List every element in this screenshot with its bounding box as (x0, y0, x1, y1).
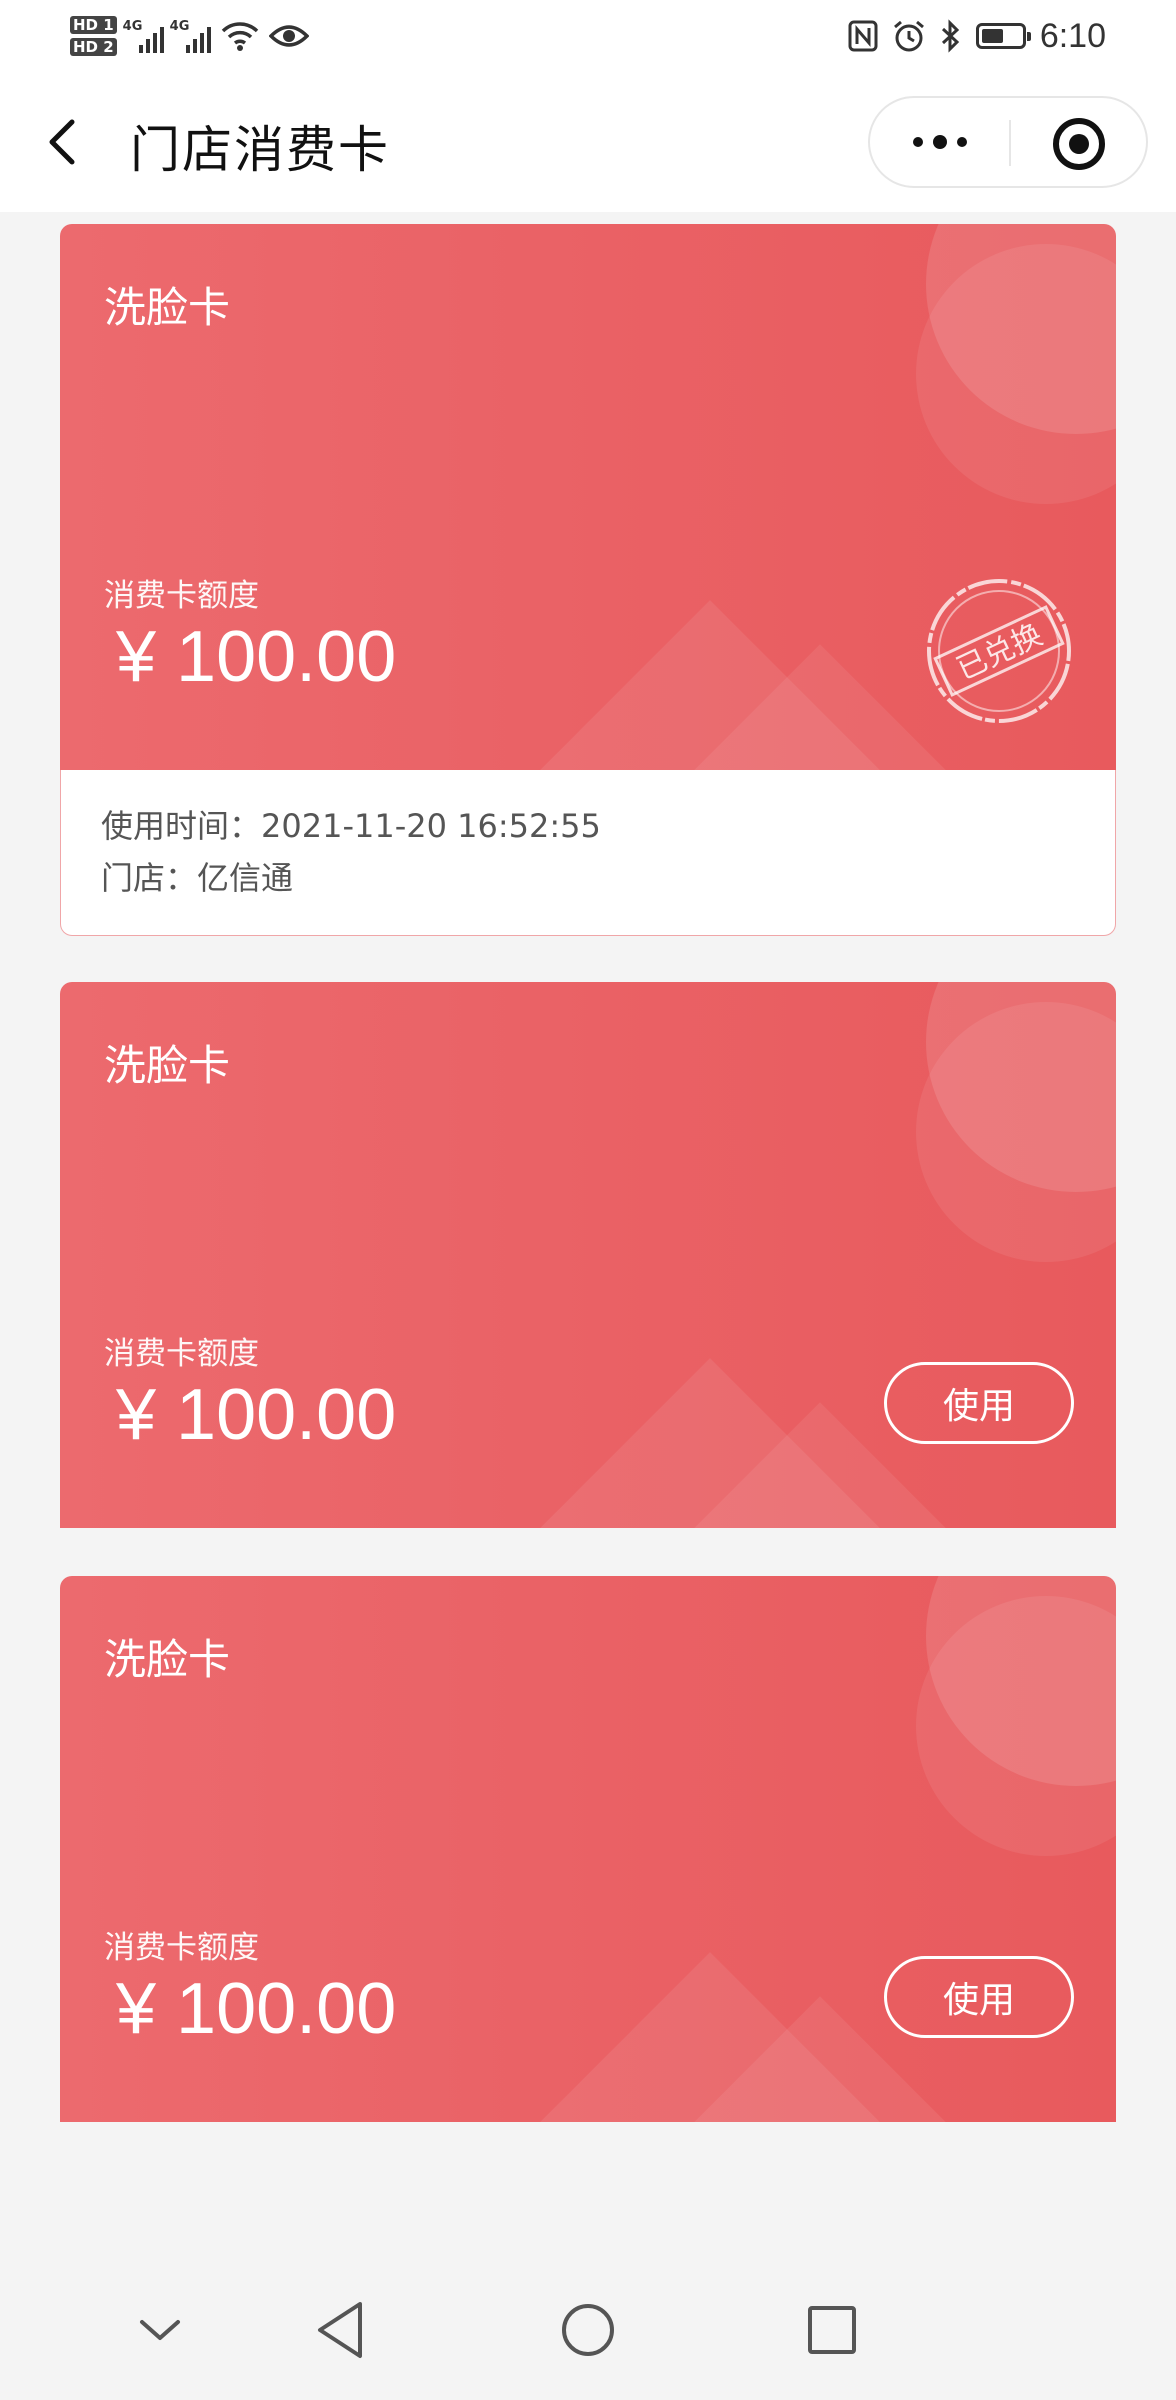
card-amount-label: 消费卡额度 (104, 1930, 259, 1966)
more-menu-icon[interactable] (870, 98, 1010, 186)
signal-icon-1: 4G (123, 19, 164, 53)
card-face: 洗脸卡 消费卡额度 ¥ 100.00 使用 (60, 1576, 1116, 2122)
recents-square-icon[interactable] (792, 2290, 872, 2370)
page-title: 门店消费卡 (130, 121, 390, 179)
card-amount-label: 消费卡额度 (104, 1336, 259, 1372)
card-amount: ¥ 100.00 (116, 1375, 397, 1455)
battery-icon (975, 23, 1031, 49)
clock: 6:10 (1039, 16, 1106, 55)
network-type-2: 4G (169, 19, 190, 34)
consumption-card: 洗脸卡 消费卡额度 ¥ 100.00 使用 (60, 1576, 1116, 2122)
status-bar: HD 1 HD 2 4G 4G 6:10 (0, 0, 1176, 72)
wifi-icon (221, 22, 258, 51)
network-type-1: 4G (122, 19, 143, 34)
card-face: 洗脸卡 消费卡额度 ¥ 100.00 已兑换 (60, 224, 1116, 770)
back-arrow-icon[interactable] (38, 112, 88, 172)
sim-indicators: HD 1 HD 2 (70, 16, 117, 56)
use-button[interactable]: 使用 (884, 1362, 1074, 1444)
sim2-badge: HD 2 (70, 38, 117, 56)
close-target-icon[interactable] (1053, 118, 1105, 170)
use-time: 使用时间：2021-11-20 16:52:55 (101, 807, 601, 845)
mini-program-capsule (868, 96, 1148, 188)
status-left: HD 1 HD 2 4G 4G (70, 8, 309, 64)
card-usage-info: 使用时间：2021-11-20 16:52:55 门店：亿信通 (60, 770, 1116, 936)
eye-icon (268, 25, 309, 47)
home-circle-icon[interactable] (548, 2290, 628, 2370)
card-amount: ¥ 100.00 (116, 1969, 397, 2049)
capsule-divider (1009, 120, 1011, 166)
nav-bar: 门店消费卡 (0, 72, 1176, 212)
consumption-card: 洗脸卡 消费卡额度 ¥ 100.00 使用 (60, 982, 1116, 1528)
store-name: 门店：亿信通 (101, 859, 294, 897)
alarm-icon (893, 20, 924, 52)
sim1-badge: HD 1 (70, 16, 117, 34)
card-face: 洗脸卡 消费卡额度 ¥ 100.00 使用 (60, 982, 1116, 1528)
card-name: 洗脸卡 (104, 283, 231, 332)
chevron-down-icon[interactable] (120, 2290, 200, 2370)
status-right: 6:10 (848, 12, 1106, 60)
card-amount-label: 消费卡额度 (104, 578, 259, 614)
back-triangle-icon[interactable] (302, 2290, 382, 2370)
redeemed-stamp: 已兑换 (927, 579, 1071, 723)
card-name: 洗脸卡 (104, 1635, 231, 1684)
nfc-icon (848, 20, 878, 52)
bluetooth-icon (941, 19, 959, 53)
card-name: 洗脸卡 (104, 1041, 231, 1090)
use-button[interactable]: 使用 (884, 1956, 1074, 2038)
signal-icon-2: 4G (170, 19, 211, 53)
consumption-card: 洗脸卡 消费卡额度 ¥ 100.00 已兑换 使用时间：2021-11-20 1… (60, 224, 1116, 936)
system-nav-bar (0, 2260, 1176, 2400)
card-amount: ¥ 100.00 (116, 617, 397, 697)
